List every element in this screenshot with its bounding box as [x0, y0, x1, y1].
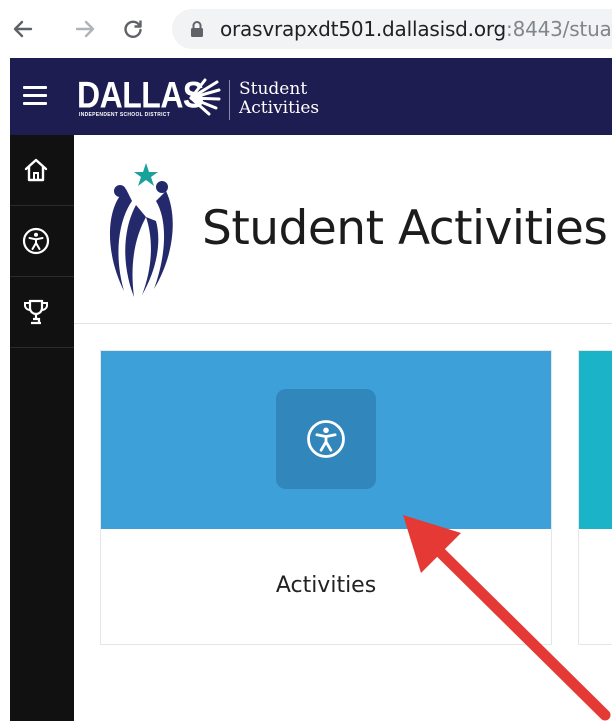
app-header: DALLAS INDEPENDENT SCHOOL DISTRICT Stude…	[10, 58, 612, 135]
browser-toolbar: orasvrapxdt501.dallasisd.org:8443/stuap	[0, 0, 612, 58]
back-arrow-icon	[13, 20, 33, 38]
back-button[interactable]	[10, 16, 36, 42]
forward-button[interactable]	[72, 16, 98, 42]
second-card-banner[interactable]	[579, 351, 612, 529]
nav-item-home[interactable]	[10, 135, 74, 206]
header-divider	[229, 80, 230, 120]
url-text: orasvrapxdt501.dallasisd.org:8443/stuap	[220, 17, 612, 41]
reload-icon	[124, 20, 142, 38]
nav-item-activities[interactable]	[10, 206, 74, 277]
lock-icon	[191, 21, 203, 37]
page-header: Student Activities	[74, 135, 612, 324]
dallas-isd-logo[interactable]: DALLAS INDEPENDENT SCHOOL DISTRICT	[77, 74, 237, 118]
address-bar[interactable]: orasvrapxdt501.dallasisd.org:8443/stuap	[172, 9, 612, 49]
activities-icon-tile[interactable]	[276, 389, 376, 489]
brand-subtitle: INDEPENDENT SCHOOL DISTRICT	[79, 112, 171, 118]
activities-card-banner[interactable]	[101, 351, 551, 529]
accessibility-icon	[307, 420, 345, 458]
app-title-line2: Activities	[239, 98, 320, 118]
home-icon	[24, 158, 48, 182]
forward-arrow-icon	[75, 20, 95, 38]
app-title-line1: Student	[239, 79, 308, 99]
url-path: :8443/stuap	[506, 17, 612, 41]
nav-item-awards[interactable]	[10, 277, 74, 348]
student-activities-logo	[109, 163, 173, 297]
side-navigation	[10, 135, 74, 721]
app-title: Student Activities	[239, 80, 319, 118]
starburst-icon	[189, 78, 221, 116]
accessibility-icon	[22, 227, 50, 255]
menu-icon[interactable]	[23, 86, 47, 106]
reload-button[interactable]	[120, 16, 146, 42]
url-host: orasvrapxdt501.dallasisd.org	[220, 17, 507, 41]
annotation-arrow-icon	[403, 515, 611, 721]
page-title: Student Activities	[202, 201, 608, 256]
star-icon	[134, 163, 158, 186]
trophy-icon	[24, 299, 48, 325]
